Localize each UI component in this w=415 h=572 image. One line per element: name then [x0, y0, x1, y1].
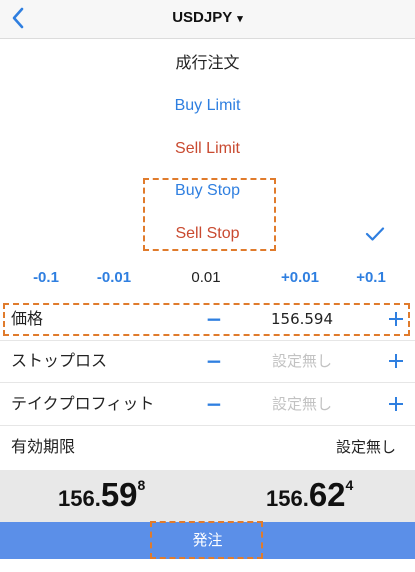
plus-icon — [389, 397, 403, 411]
take-profit-label: テイクプロフィット — [11, 394, 155, 413]
bid-quote[interactable]: 156.598 — [58, 476, 145, 514]
symbol-title: USDJPY — [172, 9, 233, 26]
expiry-row: 有効期限 設定無し — [0, 426, 415, 468]
stop-loss-row: ストップロス − 設定無し — [0, 340, 415, 383]
order-type-buy-stop[interactable]: Buy Stop — [0, 173, 415, 209]
step-size-value[interactable]: 0.01 — [180, 265, 232, 291]
price-row: 価格 − 156.594 — [0, 298, 415, 341]
price-label: 価格 — [11, 309, 44, 328]
bid-big: 59 — [100, 476, 138, 513]
take-profit-input[interactable]: 設定無し — [232, 383, 372, 425]
bid-sup: 8 — [137, 477, 146, 493]
step-minus-0.01-button[interactable]: -0.01 — [88, 265, 140, 291]
step-plus-0.01-button[interactable]: +0.01 — [270, 265, 330, 291]
nav-header: USDJPY ▾ — [0, 0, 415, 39]
expiry-label: 有効期限 — [11, 437, 76, 456]
price-plus-button[interactable] — [382, 298, 410, 340]
price-input[interactable]: 156.594 — [232, 298, 372, 340]
dropdown-caret-icon: ▾ — [237, 13, 243, 25]
submit-label: 発注 — [192, 531, 223, 549]
plus-icon — [389, 312, 403, 326]
stop-loss-input[interactable]: 設定無し — [232, 340, 372, 382]
stop-loss-minus-button[interactable]: − — [200, 340, 228, 382]
order-type-sell-limit[interactable]: Sell Limit — [0, 131, 415, 167]
take-profit-row: テイクプロフィット − 設定無し — [0, 383, 415, 426]
stop-loss-label: ストップロス — [11, 351, 108, 370]
submit-order-button[interactable]: 発注 — [0, 522, 415, 559]
ask-prefix: 156. — [266, 486, 309, 511]
quote-band: 156.598 156.624 — [0, 470, 415, 522]
step-minus-0.1-button[interactable]: -0.1 — [24, 265, 68, 291]
plus-icon — [389, 354, 403, 368]
take-profit-minus-button[interactable]: − — [200, 383, 228, 425]
bid-prefix: 156. — [58, 486, 101, 511]
stop-loss-plus-button[interactable] — [382, 340, 410, 382]
take-profit-plus-button[interactable] — [382, 383, 410, 425]
symbol-selector[interactable]: USDJPY ▾ — [0, 9, 415, 26]
ask-sup: 4 — [345, 477, 354, 493]
checkmark-icon — [363, 222, 387, 246]
ask-quote[interactable]: 156.624 — [266, 476, 353, 514]
price-minus-button[interactable]: − — [200, 298, 228, 340]
expiry-value[interactable]: 設定無し — [336, 426, 396, 468]
order-type-sell-stop[interactable]: Sell Stop — [0, 216, 415, 252]
order-type-buy-limit[interactable]: Buy Limit — [0, 88, 415, 124]
step-plus-0.1-button[interactable]: +0.1 — [347, 265, 395, 291]
ask-big: 62 — [308, 476, 346, 513]
order-type-market[interactable]: 成行注文 — [0, 46, 415, 82]
